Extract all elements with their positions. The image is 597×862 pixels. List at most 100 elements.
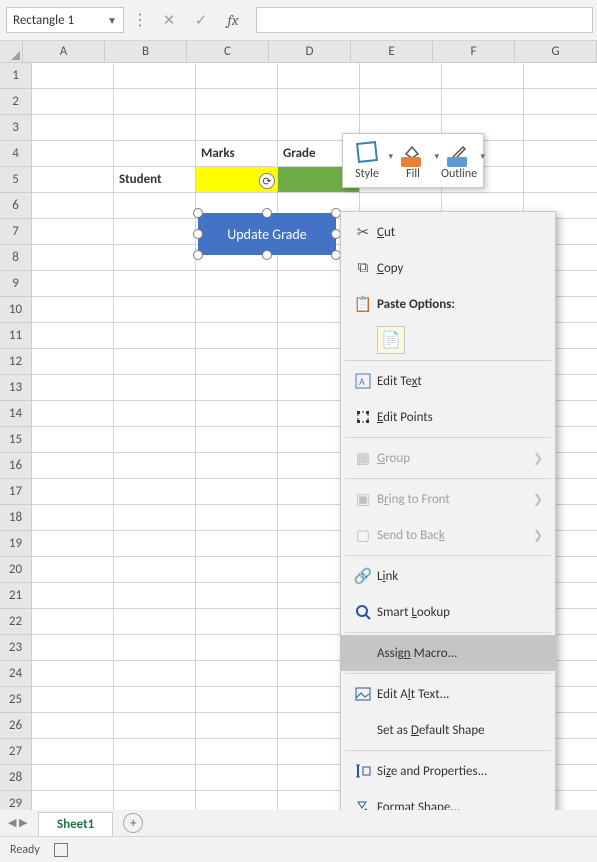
cell[interactable] (196, 427, 278, 453)
row-header[interactable]: 23 (0, 635, 32, 661)
cell[interactable] (114, 297, 196, 323)
menu-assign-macro[interactable]: Assign Macro... (341, 635, 555, 671)
menu-edit-text[interactable]: A Edit Text (341, 363, 555, 399)
row-header[interactable]: 20 (0, 557, 32, 583)
cell[interactable] (114, 505, 196, 531)
row-header[interactable]: 8 (0, 245, 32, 271)
cell[interactable] (196, 531, 278, 557)
cell[interactable] (114, 193, 196, 219)
cell[interactable] (32, 713, 114, 739)
cell[interactable] (114, 739, 196, 765)
cell[interactable] (524, 141, 597, 167)
cell[interactable] (32, 349, 114, 375)
cell[interactable] (114, 453, 196, 479)
cell[interactable] (32, 609, 114, 635)
cell[interactable] (442, 89, 524, 115)
cell[interactable] (114, 141, 196, 167)
cell[interactable] (196, 765, 278, 791)
cell[interactable] (32, 89, 114, 115)
cell[interactable] (278, 89, 360, 115)
col-header[interactable]: B (105, 41, 187, 62)
col-header[interactable]: G (515, 41, 597, 62)
cell[interactable] (196, 115, 278, 141)
cell[interactable] (32, 193, 114, 219)
menu-smart-lookup[interactable]: Smart Lookup (341, 594, 555, 630)
row-header[interactable]: 11 (0, 323, 32, 349)
cell[interactable] (114, 531, 196, 557)
cell[interactable]: Marks (196, 141, 278, 167)
row-header[interactable]: 28 (0, 765, 32, 791)
menu-link[interactable]: 🔗 Link (341, 558, 555, 594)
row-header[interactable]: 15 (0, 427, 32, 453)
cell[interactable] (196, 63, 278, 89)
cell[interactable] (196, 479, 278, 505)
fill-button[interactable]: ▾ Fill (395, 140, 431, 181)
row-header[interactable]: 14 (0, 401, 32, 427)
cell[interactable] (114, 583, 196, 609)
cell[interactable] (196, 375, 278, 401)
cell[interactable] (32, 115, 114, 141)
row-header[interactable]: 1 (0, 63, 32, 89)
cell[interactable]: Student (114, 167, 196, 193)
resize-handle[interactable] (193, 208, 203, 218)
row-header[interactable]: 12 (0, 349, 32, 375)
cell[interactable] (114, 323, 196, 349)
cell[interactable] (114, 661, 196, 687)
cell[interactable] (114, 479, 196, 505)
cell[interactable] (32, 297, 114, 323)
row-header[interactable]: 25 (0, 687, 32, 713)
cell[interactable] (32, 167, 114, 193)
cell[interactable] (196, 713, 278, 739)
row-header[interactable]: 2 (0, 89, 32, 115)
row-header[interactable]: 16 (0, 453, 32, 479)
cell[interactable] (114, 63, 196, 89)
cell[interactable] (196, 505, 278, 531)
row-header[interactable]: 27 (0, 739, 32, 765)
cell[interactable] (196, 661, 278, 687)
cell[interactable] (114, 89, 196, 115)
add-sheet-button[interactable]: + (123, 813, 143, 833)
cell[interactable] (196, 739, 278, 765)
cell[interactable] (114, 609, 196, 635)
cell[interactable] (442, 63, 524, 89)
rotate-handle-icon[interactable]: ⟳ (259, 173, 275, 189)
cell[interactable] (114, 427, 196, 453)
row-header[interactable]: 3 (0, 115, 32, 141)
cell[interactable] (114, 349, 196, 375)
formula-input[interactable] (256, 7, 593, 33)
col-header[interactable]: E (351, 41, 433, 62)
menu-copy[interactable]: ⧉ Copy (341, 250, 555, 286)
cell[interactable] (196, 297, 278, 323)
row-header[interactable]: 19 (0, 531, 32, 557)
cell[interactable] (524, 89, 597, 115)
cell[interactable] (32, 271, 114, 297)
row-header[interactable]: 13 (0, 375, 32, 401)
menu-default-shape[interactable]: Set as Default Shape (341, 712, 555, 748)
row-header[interactable]: 24 (0, 661, 32, 687)
cell[interactable] (196, 401, 278, 427)
row-header[interactable]: 6 (0, 193, 32, 219)
cell[interactable] (32, 583, 114, 609)
cell[interactable] (114, 557, 196, 583)
style-button[interactable]: ▾ Style (349, 140, 385, 181)
cell[interactable] (32, 479, 114, 505)
cell[interactable] (32, 739, 114, 765)
cell[interactable] (32, 427, 114, 453)
row-header[interactable]: 18 (0, 505, 32, 531)
menu-cut[interactable]: ✂ Cut (341, 214, 555, 250)
cell[interactable] (32, 401, 114, 427)
col-header[interactable]: A (23, 41, 105, 62)
row-header[interactable]: 26 (0, 713, 32, 739)
sheet-tab[interactable]: Sheet1 (38, 812, 113, 836)
select-all-button[interactable] (0, 41, 23, 62)
row-header[interactable]: 4 (0, 141, 32, 167)
menu-alt-text[interactable]: Edit Alt Text... (341, 676, 555, 712)
cell[interactable] (32, 661, 114, 687)
row-header[interactable]: 7 (0, 219, 32, 245)
row-header[interactable]: 9 (0, 271, 32, 297)
col-header[interactable]: D (269, 41, 351, 62)
chevron-down-icon[interactable]: ▼ (107, 14, 117, 27)
cell[interactable] (114, 219, 196, 245)
cell[interactable] (196, 635, 278, 661)
cell[interactable] (114, 375, 196, 401)
